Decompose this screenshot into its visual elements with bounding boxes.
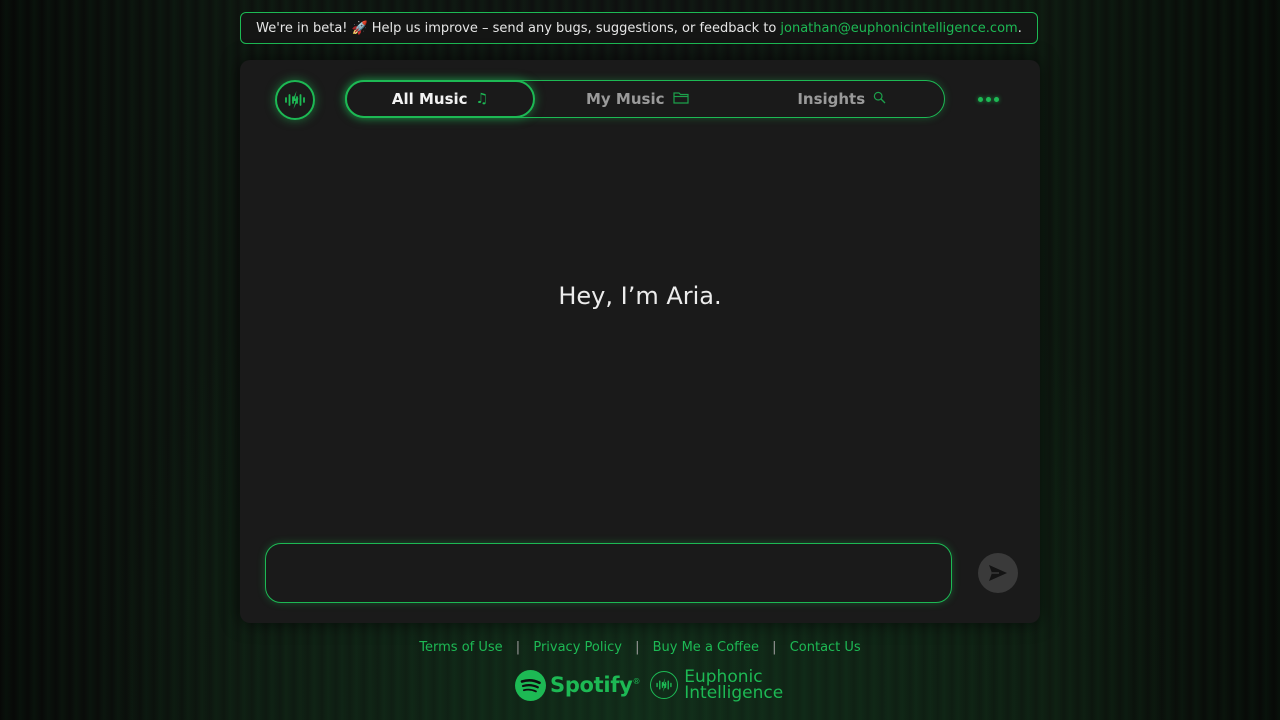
beta-period: . (1017, 20, 1022, 36)
rocket-icon: 🚀 (351, 20, 368, 36)
contact-us-link[interactable]: Contact Us (790, 640, 861, 655)
terms-of-use-link[interactable]: Terms of Use (419, 640, 502, 655)
separator: | (772, 640, 777, 655)
spotify-icon (515, 669, 546, 701)
dot-icon (977, 96, 983, 102)
euphonic-intelligence-logo[interactable]: Euphonic Intelligence (650, 669, 784, 703)
brand-logos: Spotify® Euphonic Intelligence (515, 668, 783, 702)
beta-banner: We're in beta! 🚀 Help us improve – send … (240, 12, 1038, 44)
tab-insights-label: Insights (797, 90, 866, 108)
euphonic-wordmark: Euphonic Intelligence (684, 669, 784, 703)
tab-all-music-label: All Music (391, 90, 468, 108)
privacy-policy-link[interactable]: Privacy Policy (533, 640, 622, 655)
footer-links: Terms of Use | Privacy Policy | Buy Me a… (0, 640, 1280, 655)
send-button[interactable] (978, 553, 1018, 593)
separator: | (635, 640, 640, 655)
more-options-button[interactable] (972, 88, 1004, 110)
tab-my-music-label: My Music (586, 90, 665, 108)
dot-icon (993, 96, 999, 102)
feedback-email-link[interactable]: jonathan@euphonicintelligence.com (780, 21, 1017, 36)
spotify-logo[interactable]: Spotify® (515, 669, 641, 701)
app-card: All Music ♫ My Music Insights Hey, I’m A… (240, 60, 1040, 623)
greeting-text: Hey, I’m Aria. (558, 282, 722, 310)
euphonic-icon (650, 671, 679, 699)
aria-logo-icon[interactable] (275, 80, 315, 120)
beta-message: Help us improve – send any bugs, suggest… (371, 20, 777, 36)
beta-text: We're in beta! (256, 20, 348, 36)
buy-me-a-coffee-link[interactable]: Buy Me a Coffee (653, 640, 759, 655)
tab-all-music[interactable]: All Music ♫ (345, 80, 535, 118)
separator: | (515, 640, 521, 655)
main-tabs: All Music ♫ My Music Insights (345, 80, 945, 118)
euphonic-line-2: Intelligence (684, 683, 784, 703)
search-icon (873, 91, 886, 108)
tab-insights[interactable]: Insights (740, 80, 945, 118)
dot-icon (985, 96, 991, 102)
send-icon (989, 565, 1007, 581)
music-note-icon: ♫ (475, 91, 489, 107)
folder-icon (672, 91, 689, 108)
chat-input[interactable] (265, 543, 952, 603)
tab-my-music[interactable]: My Music (535, 80, 740, 118)
spotify-wordmark: Spotify® (550, 673, 641, 697)
